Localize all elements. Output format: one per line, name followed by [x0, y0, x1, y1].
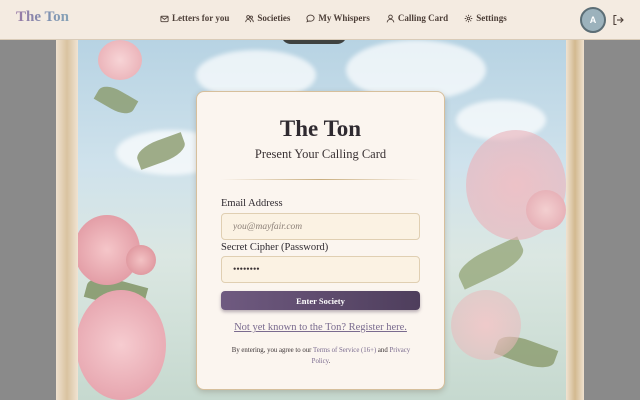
leaf-shape [453, 236, 529, 290]
password-field[interactable] [221, 256, 420, 283]
nav-item-label: Calling Card [397, 13, 449, 23]
legal-notice: By entering, you agree to our Terms of S… [225, 345, 417, 367]
arch-ornament [281, 40, 347, 44]
logout-icon[interactable] [612, 14, 624, 26]
top-nav: The Ton Letters for you Societies My Whi… [0, 0, 640, 40]
card-subtitle: Present Your Calling Card [254, 147, 387, 161]
users-icon [245, 14, 255, 22]
password-label: Secret Cipher (Password) [221, 242, 329, 253]
gear-icon [464, 14, 473, 22]
rose-shape [76, 290, 166, 400]
email-field[interactable] [221, 213, 420, 240]
blossom-shape [451, 290, 521, 360]
leaf-shape [93, 81, 139, 119]
nav-item-label: Societies [257, 13, 291, 23]
login-card: The Ton Present Your Calling Card Email … [196, 91, 445, 390]
nav-item-calling-card[interactable]: Calling Card [386, 13, 448, 23]
gilded-frame-right [566, 40, 584, 400]
blossom-shape [526, 190, 566, 230]
nav-item-whispers[interactable]: My Whispers [306, 13, 370, 23]
rose-shape [98, 40, 142, 80]
terms-link[interactable]: Terms of Service (16+) [313, 347, 376, 354]
legal-and: and [377, 347, 388, 354]
register-link[interactable]: Not yet known to the Ton? Register here. [197, 322, 444, 333]
avatar[interactable]: A [580, 7, 606, 33]
rose-shape [126, 245, 156, 275]
card-title: The Ton [279, 116, 362, 141]
legal-prefix: By entering, you agree to our [231, 347, 312, 354]
nav-item-letters[interactable]: Letters for you [160, 13, 229, 23]
legal-suffix: . [328, 358, 331, 365]
nav-item-label: My Whispers [318, 13, 370, 23]
brand-logo[interactable]: The Ton [16, 9, 69, 26]
email-label: Email Address [221, 198, 283, 209]
gilded-frame-left [56, 40, 78, 400]
envelope-icon [160, 15, 169, 22]
chat-bubble-icon [306, 14, 315, 23]
nav-links: Letters for you Societies My Whispers Ca… [160, 13, 523, 23]
nav-item-label: Settings [476, 13, 507, 23]
nav-item-settings[interactable]: Settings [464, 13, 507, 23]
user-icon [386, 14, 395, 22]
nav-item-societies[interactable]: Societies [245, 13, 290, 23]
nav-item-label: Letters for you [172, 13, 230, 23]
submit-button[interactable]: Enter Society [221, 291, 420, 310]
divider [221, 179, 421, 180]
